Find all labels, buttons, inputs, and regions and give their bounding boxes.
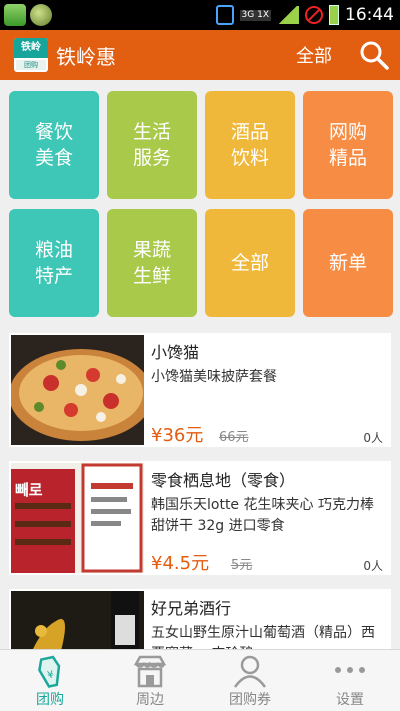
notification-icons [4,4,52,26]
clock: 16:44 [345,5,394,25]
no-service-icon [305,6,323,24]
signal-icon [277,6,299,24]
tab-group-buy[interactable]: ¥ 团购 [0,650,100,711]
deal-item[interactable]: 好兄弟酒行 五女山野生原汁山葡萄酒（精品）西要窖藏 一支珍酿 [9,589,391,649]
category-new[interactable]: 新单 [303,209,393,317]
deal-description: 小馋猫美味披萨套餐 [151,369,277,385]
network-badge: 3G 1X [239,9,271,21]
sim-icon [215,5,234,25]
tab-settings[interactable]: 设置 [300,650,400,711]
user-icon [232,654,268,688]
deal-original-price: 66元 [219,430,249,445]
bottom-tab-bar: ¥ 团购 周边 团购券 设置 [0,649,400,711]
status-bar: 3G 1X 16:44 [0,0,400,30]
category-life-service[interactable]: 生活 服务 [107,91,197,199]
category-fruit-veg[interactable]: 果蔬 生鲜 [107,209,197,317]
shop-icon [132,654,168,688]
app-bar: 铁岭 团购 铁岭惠 全部 [0,30,400,80]
search-icon[interactable] [357,38,391,72]
logo-text: 铁岭 [14,38,48,58]
deal-item[interactable]: 빼로 零食栖息地（零食） 韩国乐天lotte 花生味夹心 巧克力棒甜饼干 32g… [9,461,391,575]
snack-image-text: 빼로 [15,481,43,499]
deal-buyer-count: 0人 [363,559,383,573]
deal-price: ¥36元 [151,425,204,446]
tab-coupons[interactable]: 团购券 [200,650,300,711]
category-grid: 餐饮 美食 生活 服务 酒品 饮料 网购 精品 粮油 特产 果蔬 生鲜 全部 新… [9,91,393,317]
deal-description: 韩国乐天lotte 花生味夹心 巧克力棒甜饼干 32g 进口零食 [151,497,374,534]
pizza-image [11,335,144,445]
battery-icon [329,5,339,25]
logo-subtext: 团购 [16,60,46,70]
deal-price: ¥4.5元 [151,553,210,574]
tab-label: 周边 [136,692,164,708]
tab-label: 设置 [336,692,364,708]
system-icons: 3G 1X 16:44 [215,3,394,27]
snack-image: 빼로 [11,463,144,573]
tag-icon: ¥ [32,654,68,688]
category-drinks[interactable]: 酒品 饮料 [205,91,295,199]
deal-name: 零食栖息地（零食） [151,471,296,490]
deal-name: 小馋猫 [151,343,200,362]
deal-original-price: 5元 [231,558,253,573]
wine-image [11,591,144,649]
all-button[interactable]: 全部 [296,42,332,68]
tab-label: 团购 [36,692,64,708]
category-catering[interactable]: 餐饮 美食 [9,91,99,199]
category-online-shop[interactable]: 网购 精品 [303,91,393,199]
app-title: 铁岭惠 [56,45,116,69]
deal-name: 好兄弟酒行 [151,599,232,618]
tab-nearby[interactable]: 周边 [100,650,200,711]
category-all[interactable]: 全部 [205,209,295,317]
more-icon [332,654,368,688]
tab-label: 团购券 [229,692,271,708]
deal-buyer-count: 0人 [363,431,383,445]
app-logo: 铁岭 团购 [14,38,48,72]
app-notification-icon [4,4,26,26]
category-grain-oil[interactable]: 粮油 特产 [9,209,99,317]
deal-description: 五女山野生原汁山葡萄酒（精品）西要窖藏 一支珍酿 [151,625,375,649]
deal-item[interactable]: 小馋猫 小馋猫美味披萨套餐 ¥36元 66元 0人 [9,333,391,447]
app-notification-icon-2 [30,4,52,26]
